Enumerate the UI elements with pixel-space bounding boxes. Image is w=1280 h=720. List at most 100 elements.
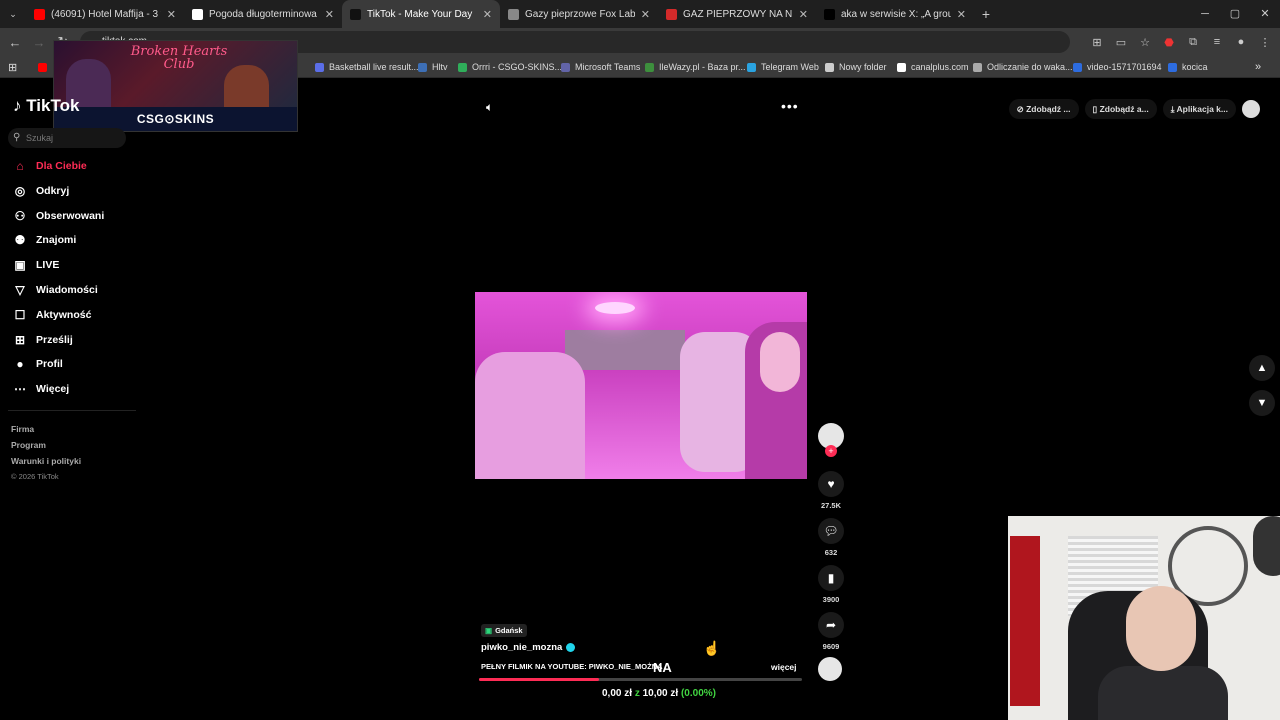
comment-icon: 💬︎ [818,518,844,544]
bookmark-favicon-icon [315,62,324,72]
video-progress-bar[interactable] [479,678,802,681]
music-disc-avatar[interactable] [818,657,842,681]
tab-favicon-icon [192,8,203,20]
sidebar-item-compass[interactable]: ◎ Odkryj [12,181,70,201]
browser-tab[interactable]: (46091) Hotel Maffija - 3 w ✕ [26,0,184,28]
close-window-icon[interactable]: ✕ [1250,0,1280,28]
mouse-cursor-icon: ☝ [703,640,721,656]
sidebar-item-live[interactable]: ▣ LIVE [12,255,59,275]
footer-link-terms[interactable]: Warunki i polityki [11,453,81,469]
creator-avatar-button[interactable]: + [816,423,846,463]
extensions-icon[interactable]: ⧉ [1186,36,1200,49]
volume-icon[interactable]: 🔈︎ [486,100,493,115]
bookmarks-overflow-icon[interactable]: » [1255,56,1261,78]
bookmark-label: Microsoft Teams [575,62,641,72]
get-app-label: Zdobądź a... [1099,104,1149,114]
ad-headline: Broken Hearts Club [130,44,228,72]
sidebar-item-profile[interactable]: ● Profil [12,354,62,374]
extension-red-icon[interactable]: ⬣ [1162,36,1176,49]
tiktok-note-icon: ♪ [13,96,22,115]
maximize-icon[interactable]: ▢ [1220,0,1250,28]
browser-tab[interactable]: aka w serwisie X: „A group of st ✕ [816,0,974,28]
desktop-app-button[interactable]: ⤓ Aplikacja k... [1162,99,1236,119]
follow-plus-icon[interactable]: + [825,445,837,457]
sidebar-item-friends[interactable]: ⚉ Znajomi [12,230,77,250]
footer-link-program[interactable]: Program [11,437,81,453]
sidebar-item-home[interactable]: ⌂ Dla Ciebie [12,156,86,176]
bookmark-item[interactable]: Microsoft Teams [561,56,640,78]
bookmark-favicon-icon [418,62,427,72]
search-input[interactable]: ⚲ Szukaj [8,128,126,148]
sidebar-item-activity[interactable]: ☐ Aktywność [12,305,92,325]
tab-favicon-icon [350,8,361,20]
more-options-icon[interactable]: ••• [781,98,799,114]
bookmark-item[interactable]: Nowy folder [825,56,887,78]
translate-icon[interactable]: ⊞ [1090,36,1104,49]
sidebar-item-upload[interactable]: ⊞ Prześlij [12,330,73,350]
video-player[interactable] [475,292,807,479]
sidebar-item-label: Znajomi [36,234,77,247]
bookmark-star-icon[interactable]: ☆ [1138,36,1152,49]
browser-tab[interactable]: TikTok - Make Your Day ✕ [342,0,500,28]
like-button[interactable]: ♥ 27.5K [816,471,846,510]
share-icon: ➦ [818,612,844,638]
share-button[interactable]: ➦ 9609 [816,612,846,651]
like-count: 27.5K [820,501,841,510]
tab-close-icon[interactable]: ✕ [325,8,334,21]
back-icon[interactable]: ← [3,35,27,50]
sidebar-item-messages[interactable]: ▽ Wiadomości [12,280,97,300]
apps-icon[interactable]: ⊞ [8,56,17,78]
more-link[interactable]: więcej [771,662,797,672]
youtube-bookmark-icon[interactable] [38,56,52,78]
sidebar-footer: Firma Program Warunki i polityki © 2026 … [11,421,81,485]
top-actions: ⊘ Zdobądź ... ▯ Zdobądź a... ⤓ Aplikacja… [1008,99,1260,119]
bookmark-item[interactable]: Hltv [418,56,448,78]
copyright: © 2026 TikTok [11,472,59,481]
sidebar-item-following[interactable]: ⚇ Obserwowani [12,206,105,226]
tab-search-icon[interactable]: ⌄ [0,9,26,20]
browser-tab[interactable]: GAZ PIEPRZOWY NA NIEDŹWI ✕ [658,0,816,28]
bookmark-item[interactable]: Basketball live result... [315,56,419,78]
tiktok-logo[interactable]: ♪ TikTok [13,96,79,116]
bookmark-item[interactable]: Telegram Web [747,56,819,78]
get-app-button[interactable]: ▯ Zdobądź a... [1084,99,1157,119]
bookmark-item[interactable]: Odliczanie do waka... [973,56,1073,78]
next-video-chevron-down-icon[interactable]: ▼ [1249,390,1275,416]
forward-icon[interactable]: → [27,35,51,50]
browser-tab[interactable]: Gazy pieprzowe Fox Labs - sto ✕ [500,0,658,28]
menu-icon[interactable]: ⋮ [1258,36,1272,49]
previous-video-chevron-up-icon[interactable]: ▲ [1249,355,1275,381]
get-coins-button[interactable]: ⊘ Zdobądź ... [1008,99,1079,119]
tab-close-icon[interactable]: ✕ [799,8,808,21]
tab-close-icon[interactable]: ✕ [167,8,176,21]
sidebar-item-label: Obserwowani [36,209,105,222]
reading-list-icon[interactable]: ≡ [1210,36,1224,48]
save-button[interactable]: ▮ 3900 [816,565,846,604]
bookmark-item[interactable]: video-1571701694 [1073,56,1162,78]
browser-tab[interactable]: Pogoda długoterminowa Wars ✕ [184,0,342,28]
stream-overlay-ad: Broken Hearts Club CSG⊙SKINS [53,40,298,132]
bookmark-item[interactable]: Orrri - CSGO-SKINS... [458,56,562,78]
bookmark-item[interactable]: kocica [1168,56,1208,78]
video-caption: ▣ Gdańsk piwko_nie_mozna PEŁNY FILMIK NA … [481,620,801,672]
minimize-icon[interactable]: ─ [1190,0,1220,28]
tiktok-logo-text: TikTok [26,96,80,115]
sidebar-divider [8,410,136,411]
bookmark-item[interactable]: canalplus.com [897,56,969,78]
location-tag[interactable]: ▣ Gdańsk [481,624,527,637]
tab-close-icon[interactable]: ✕ [483,8,492,21]
cast-icon[interactable]: ▭ [1114,36,1128,49]
new-tab-button[interactable]: + [974,6,998,22]
sidebar-item-more[interactable]: ⋯ Więcej [12,379,69,399]
profile-icon[interactable]: ● [1234,36,1248,48]
tab-close-icon[interactable]: ✕ [957,8,966,21]
search-placeholder: Szukaj [26,133,54,143]
tab-close-icon[interactable]: ✕ [641,8,650,21]
bookmark-item[interactable]: IleWazy.pl - Baza pr... [645,56,746,78]
footer-link-company[interactable]: Firma [11,421,81,437]
tab-favicon-icon [34,8,45,20]
location-pin-icon: ▣ [485,626,493,635]
user-avatar[interactable] [1242,100,1260,118]
creator-username[interactable]: piwko_nie_mozna [481,642,576,653]
comment-button[interactable]: 💬︎ 632 [816,518,846,557]
